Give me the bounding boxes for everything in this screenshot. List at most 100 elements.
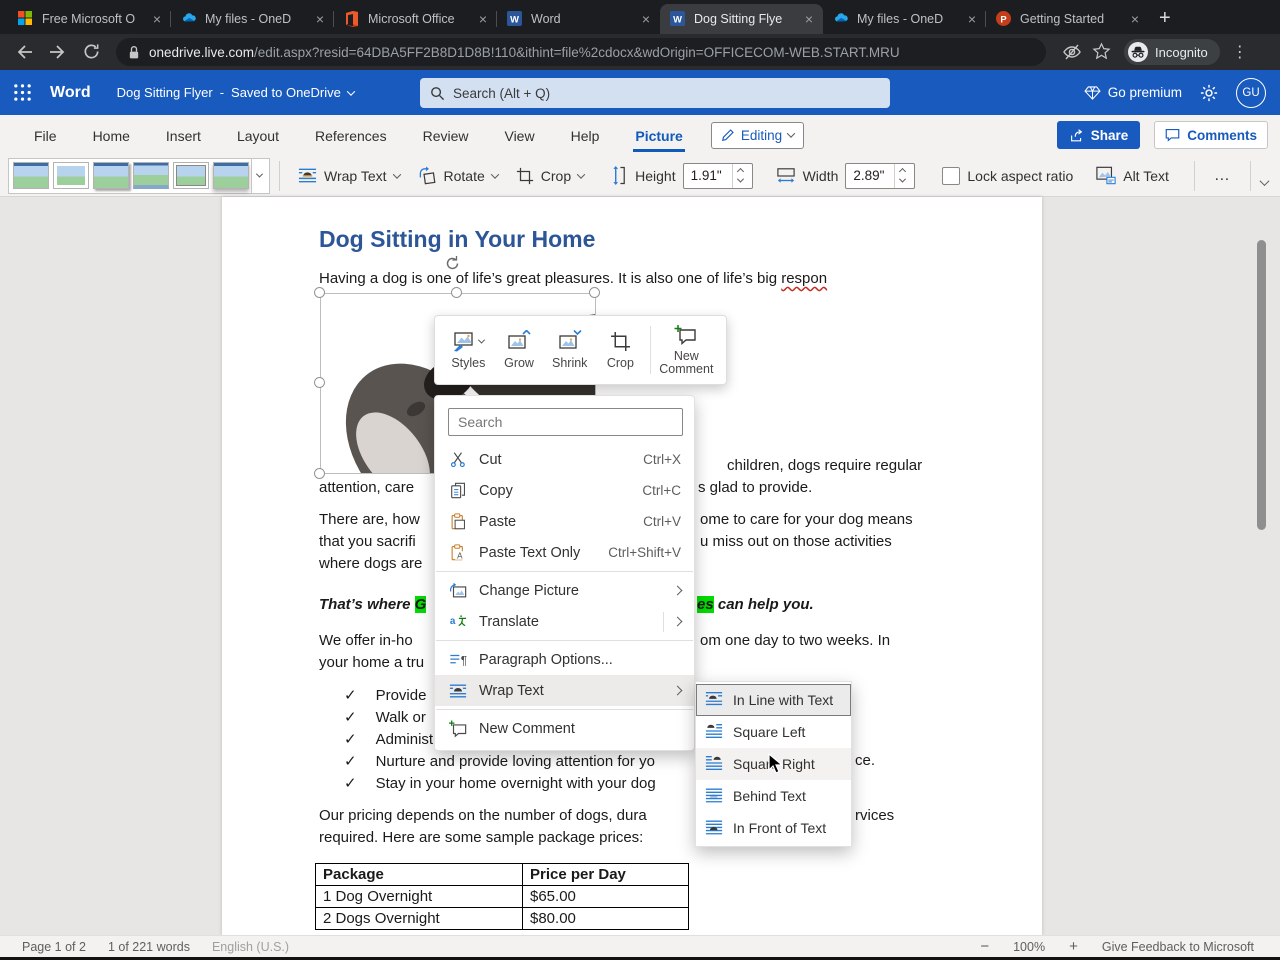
new-comment-button[interactable]: New Comment [655,324,718,376]
more-commands-button[interactable]: … [1214,167,1231,185]
misspelled-word[interactable]: respon [781,270,827,287]
height-input[interactable] [684,168,732,183]
tab-picture[interactable]: Picture [633,118,684,152]
browser-tab[interactable]: My files - OneD × [823,4,986,34]
selection-handle-top-center[interactable] [451,287,462,298]
comments-button[interactable]: Comments [1154,121,1268,149]
close-icon[interactable]: × [638,11,654,27]
width-input[interactable] [846,168,894,183]
submenu-item-behind-text[interactable]: Behind Text [696,780,851,812]
zoom-out-button[interactable]: − [980,938,989,955]
rotate-dropdown[interactable]: Rotate [418,166,498,185]
close-icon[interactable]: × [964,11,980,27]
spin-down-icon[interactable] [899,175,906,182]
doc-callout-right[interactable]: es can help you. [697,596,814,613]
gallery-dropdown-arrow[interactable] [251,159,267,193]
height-stepper[interactable] [683,163,753,189]
browser-tab[interactable]: P Getting Started × [986,4,1149,34]
spin-up-icon[interactable] [737,167,744,174]
bullet-item[interactable]: ✓Nurture and provide loving attention fo… [344,752,655,770]
submenu-item-square-left[interactable]: Square Left [696,716,851,748]
close-icon[interactable]: × [312,11,328,27]
selection-handle-middle-left[interactable] [314,377,325,388]
tab-references[interactable]: References [313,118,389,152]
close-icon[interactable]: × [149,11,165,27]
tab-view[interactable]: View [502,118,536,152]
crop-button[interactable]: Crop [595,331,646,370]
submenu-item-in-line-with-text[interactable]: In Line with Text [696,684,851,716]
doc-text-fragment[interactable]: rvices [855,807,894,824]
crop-dropdown[interactable]: Crop [516,167,584,185]
account-avatar[interactable]: GU [1236,78,1266,108]
styles-button[interactable]: Styles [443,330,494,370]
alt-text-button[interactable]: Alt Text [1096,166,1169,185]
doc-paragraph[interactable]: Having a dog is one of life’s great plea… [319,270,827,287]
tab-file[interactable]: File [32,118,59,152]
settings-gear-icon[interactable] [1200,84,1218,102]
submenu-item-in-front-of-text[interactable]: In Front of Text [696,812,851,844]
search-input[interactable] [453,86,833,101]
picture-style-thumbnail[interactable] [13,162,49,189]
picture-style-thumbnail[interactable] [173,162,209,189]
browser-tab-active[interactable]: W Dog Sitting Flye × [660,4,823,34]
table-cell[interactable]: 1 Dog Overnight [316,886,523,908]
width-spin-buttons[interactable] [894,164,910,188]
new-tab-button[interactable]: + [1159,7,1171,30]
browser-menu-icon[interactable]: ⋮ [1232,42,1248,62]
picture-style-thumbnail[interactable] [133,162,169,189]
close-icon[interactable]: × [801,11,817,27]
selection-handle-top-left[interactable] [314,287,325,298]
menu-item-copy[interactable]: Copy Ctrl+C [435,475,694,506]
document-title[interactable]: Dog Sitting Flyer [117,85,213,100]
feedback-link[interactable]: Give Feedback to Microsoft [1102,940,1254,954]
wrap-text-dropdown[interactable]: Wrap Text [298,166,400,185]
table-row[interactable]: 1 Dog Overnight $65.00 [316,886,689,908]
picture-style-thumbnail[interactable] [93,162,129,189]
editing-mode-button[interactable]: Editing [711,122,804,149]
menu-item-change-picture[interactable]: Change Picture [435,575,694,606]
menu-item-wrap-text[interactable]: Wrap Text [435,675,694,706]
doc-text-fragment[interactable]: u miss out on those activities [700,533,892,550]
browser-tab[interactable]: Free Microsoft O × [8,4,171,34]
doc-text-fragment[interactable]: s glad to provide. [698,479,812,496]
lock-aspect-ratio-checkbox[interactable] [942,167,960,185]
doc-text-fragment[interactable]: om one day to two weeks. In [700,632,890,649]
doc-text-fragment[interactable]: that you sacrifi [319,533,416,550]
url-bar[interactable]: onedrive.live.com/edit.aspx?resid=64DBA5… [116,38,1046,66]
menu-item-paste-text-only[interactable]: A Paste Text Only Ctrl+Shift+V [435,537,694,568]
tab-layout[interactable]: Layout [235,118,281,152]
zoom-in-button[interactable]: + [1069,938,1078,955]
grow-button[interactable]: Grow [494,330,545,370]
page-indicator[interactable]: Page 1 of 2 [22,940,86,954]
shrink-button[interactable]: Shrink [544,330,595,370]
forward-icon[interactable] [48,42,68,62]
vertical-scrollbar[interactable] [1257,240,1266,530]
picture-style-thumbnail[interactable] [53,162,89,189]
doc-text-fragment[interactable]: We offer in-ho [319,632,413,649]
close-icon[interactable]: × [475,11,491,27]
word-count[interactable]: 1 of 221 words [108,940,190,954]
reload-icon[interactable] [82,42,102,62]
tab-insert[interactable]: Insert [164,118,203,152]
bullet-item[interactable]: ✓Provide [344,686,426,704]
app-launcher-icon[interactable] [13,83,32,102]
document-title-bar[interactable]: Dog Sitting Flyer - Saved to OneDrive [117,85,354,100]
doc-text-fragment[interactable]: required. Here are some sample package p… [319,829,643,846]
go-premium-button[interactable]: Go premium [1084,85,1182,100]
eye-off-icon[interactable] [1062,42,1082,62]
collapse-ribbon-icon[interactable] [1260,176,1270,186]
zoom-level[interactable]: 100% [1013,940,1045,954]
spin-up-icon[interactable] [899,167,906,174]
table-row[interactable]: 2 Dogs Overnight $80.00 [316,908,689,930]
doc-text-fragment[interactable]: Our pricing depends on the number of dog… [319,807,647,824]
tab-help[interactable]: Help [569,118,602,152]
search-bar[interactable] [420,78,890,108]
doc-text-fragment[interactable]: There are, how [319,511,420,528]
tab-home[interactable]: Home [91,118,132,152]
table-header-cell[interactable]: Price per Day [523,864,689,886]
browser-tab[interactable]: My files - OneD × [171,4,334,34]
tab-review[interactable]: Review [421,118,471,152]
document-heading[interactable]: Dog Sitting in Your Home [319,226,595,253]
chevron-down-icon[interactable] [347,87,355,95]
back-icon[interactable] [14,42,34,62]
